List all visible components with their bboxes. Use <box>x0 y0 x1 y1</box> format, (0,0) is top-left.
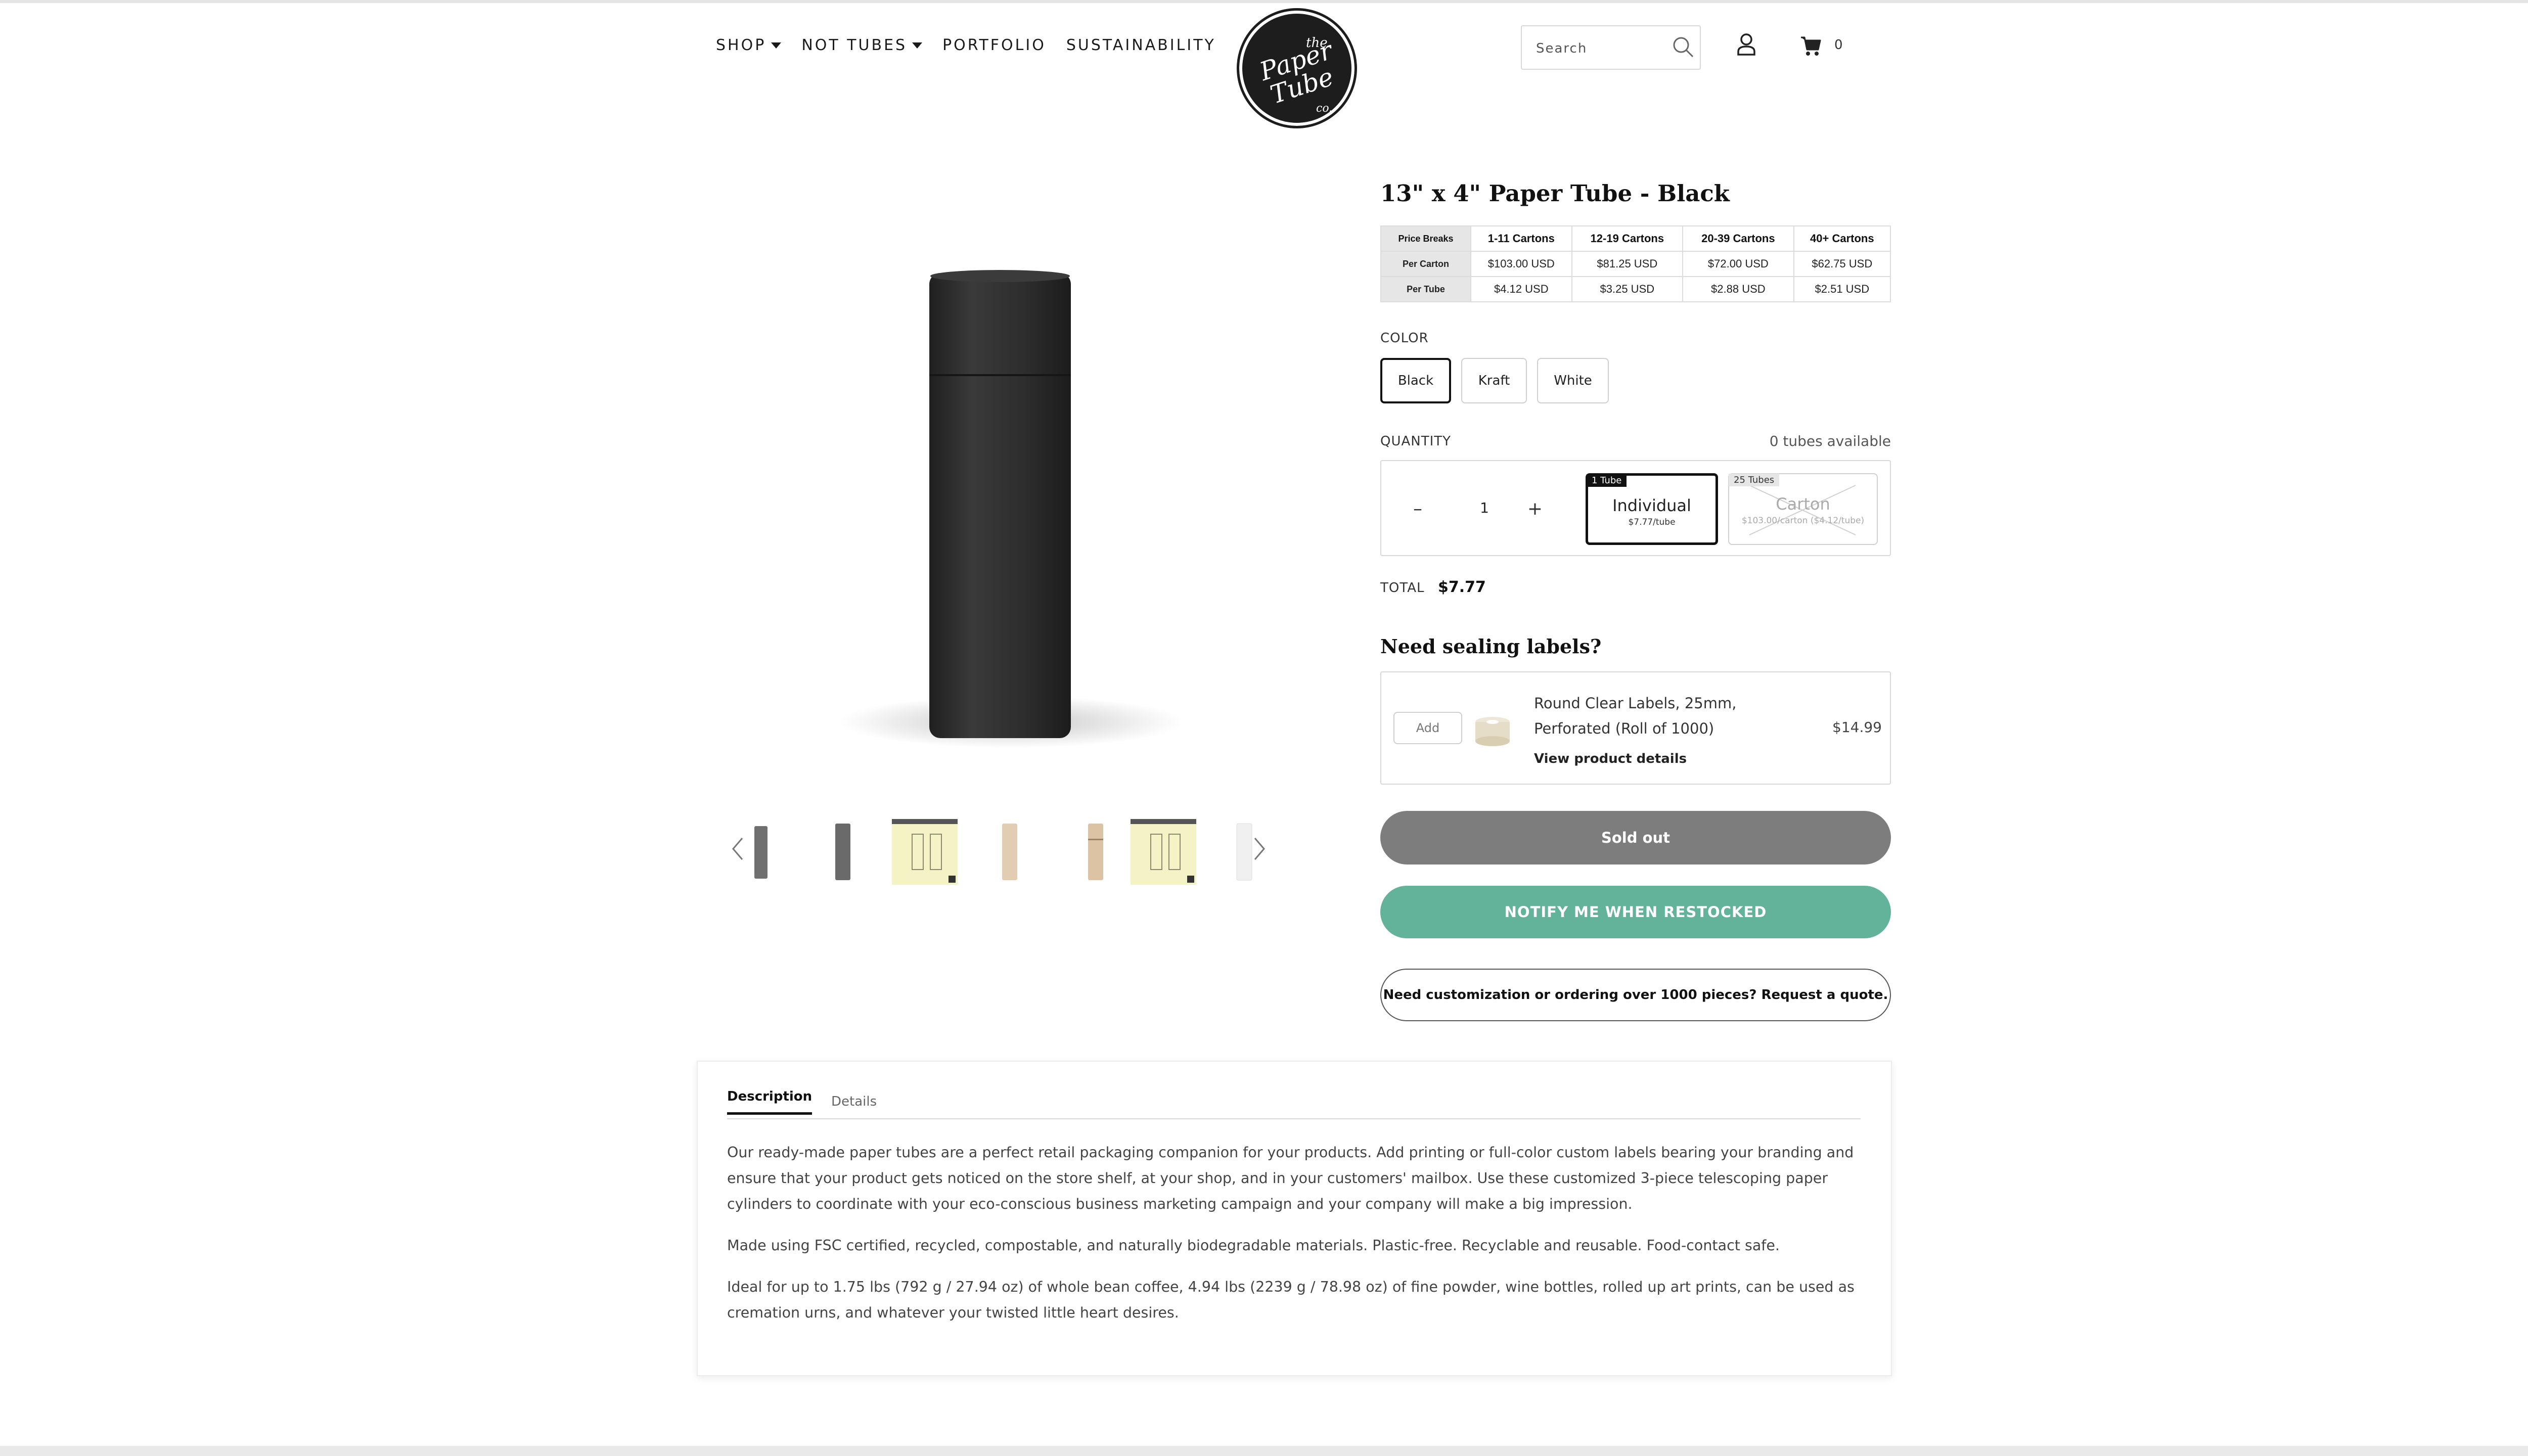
price-table-cell: $103.00 USD <box>1470 251 1572 277</box>
logo-text-co: co. <box>1316 102 1332 115</box>
price-table-header: 1-11 Cartons <box>1470 225 1572 252</box>
product-image <box>839 270 1183 748</box>
total-label: TOTAL <box>1380 580 1425 596</box>
thumbnail-7[interactable] <box>1211 819 1277 885</box>
option-carton[interactable]: 25 Tubes Carton $103.00/carton ($4.12/tu… <box>1728 473 1878 545</box>
nav-shop-label: SHOP <box>716 36 766 54</box>
thumbnail-3-image <box>892 819 958 885</box>
price-table-header: 20-39 Cartons <box>1682 225 1794 252</box>
price-table-cell: $4.12 USD <box>1470 276 1572 302</box>
addon-view-details-link[interactable]: View product details <box>1534 751 1687 766</box>
nav-not-tubes-label: NOT TUBES <box>801 36 908 54</box>
footer-edge <box>0 1446 2528 1456</box>
nav-not-tubes[interactable]: NOT TUBES <box>801 36 923 54</box>
price-table-header-row: Price Breaks 1-11 Cartons 12-19 Cartons … <box>1380 225 1891 252</box>
addon-name: Round Clear Labels, 25mm, Perforated (Ro… <box>1534 695 1737 737</box>
price-table-header: 12-19 Cartons <box>1571 225 1684 252</box>
price-table-row-label: Per Tube <box>1380 276 1471 302</box>
thumbnail-1-image <box>754 826 768 879</box>
color-option-kraft[interactable]: Kraft <box>1461 358 1527 403</box>
price-table-header: 40+ Cartons <box>1793 225 1891 252</box>
description-tabs: Description Details <box>727 1089 1861 1119</box>
main-nav: SHOP NOT TUBES PORTFOLIO SUSTAINABILITY <box>716 36 1216 54</box>
addon-price: $14.99 <box>1832 719 1882 736</box>
notify-restock-button[interactable]: NOTIFY ME WHEN RESTOCKED <box>1380 886 1891 938</box>
color-option-white[interactable]: White <box>1537 358 1609 403</box>
thumbnail-5-image <box>1088 824 1103 880</box>
option-individual-name: Individual <box>1612 496 1691 515</box>
quantity-label: QUANTITY <box>1380 434 1452 449</box>
price-table-cell: $81.25 USD <box>1571 251 1684 277</box>
product-title: 13" x 4" Paper Tube - Black <box>1380 180 1730 207</box>
request-quote-button[interactable]: Need customization or ordering over 1000… <box>1380 969 1891 1021</box>
option-carton-price: $103.00/carton ($4.12/tube) <box>1741 516 1865 526</box>
description-paragraph: Ideal for up to 1.75 lbs (792 g / 27.94 … <box>727 1279 1855 1321</box>
quantity-box: – + 1 Tube Individual $7.77/tube 25 Tube… <box>1380 460 1891 556</box>
price-table-cell: $3.25 USD <box>1571 276 1684 302</box>
chevron-right-icon[interactable] <box>1252 836 1267 861</box>
site-logo[interactable]: the Paper Tube co. <box>1237 8 1357 128</box>
thumbnail-3[interactable] <box>892 819 958 885</box>
option-carton-name: Carton <box>1776 494 1830 514</box>
nav-portfolio[interactable]: PORTFOLIO <box>942 36 1046 54</box>
description-card: Description Details Our ready-made paper… <box>697 1061 1892 1376</box>
total-value: $7.77 <box>1438 578 1486 596</box>
quantity-input[interactable] <box>1465 492 1504 523</box>
cart-icon[interactable] <box>1800 35 1821 57</box>
caret-down-icon <box>912 42 923 49</box>
color-option-black[interactable]: Black <box>1380 358 1451 403</box>
thumbnail-7-image <box>1236 823 1252 881</box>
top-border <box>0 0 2528 3</box>
logo-mark: the Paper Tube co. <box>1256 35 1337 115</box>
option-individual-tag: 1 Tube <box>1587 474 1627 487</box>
addon-add-button[interactable]: Add <box>1393 712 1462 744</box>
tab-details[interactable]: Details <box>831 1094 877 1117</box>
search-box <box>1521 25 1701 70</box>
price-table-cell: $2.51 USD <box>1793 276 1891 302</box>
description-paragraph: Made using FSC certified, recycled, comp… <box>727 1237 1780 1254</box>
thumbnail-2-image <box>835 824 850 880</box>
option-carton-tag: 25 Tubes <box>1729 474 1780 486</box>
nav-sustainability[interactable]: SUSTAINABILITY <box>1066 36 1216 54</box>
availability-text: 0 tubes available <box>1769 433 1891 449</box>
price-table-row: Per Carton $103.00 USD $81.25 USD $72.00… <box>1380 251 1891 277</box>
option-individual-price: $7.77/tube <box>1628 517 1676 527</box>
nav-portfolio-label: PORTFOLIO <box>942 36 1046 54</box>
thumbnail-5[interactable] <box>1063 819 1128 885</box>
color-label: COLOR <box>1380 331 1429 346</box>
account-icon[interactable] <box>1735 32 1757 58</box>
search-input[interactable] <box>1536 37 1662 60</box>
tab-description[interactable]: Description <box>727 1089 812 1115</box>
price-breaks-table: Price Breaks 1-11 Cartons 12-19 Cartons … <box>1380 225 1891 302</box>
label-roll-image <box>1475 717 1510 746</box>
search-icon[interactable] <box>1672 35 1695 59</box>
price-table-cell: $62.75 USD <box>1793 251 1891 277</box>
sold-out-button[interactable]: Sold out <box>1380 811 1891 864</box>
thumbnail-4-image <box>1002 824 1017 880</box>
thumbnail-6-image <box>1131 819 1196 885</box>
quantity-decrement-button[interactable]: – <box>1404 494 1432 523</box>
sealing-labels-heading: Need sealing labels? <box>1380 635 1602 658</box>
price-table-row: Per Tube $4.12 USD $3.25 USD $2.88 USD $… <box>1380 276 1891 302</box>
cart-count[interactable]: 0 <box>1834 37 1843 53</box>
price-table-row-label: Per Carton <box>1380 251 1471 277</box>
nav-shop[interactable]: SHOP <box>716 36 782 54</box>
thumbnail-strip <box>723 815 1274 886</box>
addon-card: Add Round Clear Labels, 25mm, Perforated… <box>1380 671 1891 785</box>
price-table-cell: $72.00 USD <box>1682 251 1794 277</box>
option-individual[interactable]: 1 Tube Individual $7.77/tube <box>1586 473 1718 545</box>
thumbnail-1[interactable] <box>728 819 794 885</box>
thumbnail-4[interactable] <box>977 819 1043 885</box>
price-table-cell: $2.88 USD <box>1682 276 1794 302</box>
quantity-increment-button[interactable]: + <box>1521 494 1549 523</box>
nav-sustainability-label: SUSTAINABILITY <box>1066 36 1216 54</box>
description-paragraph: Our ready-made paper tubes are a perfect… <box>727 1144 1854 1212</box>
thumbnail-2[interactable] <box>810 819 876 885</box>
caret-down-icon <box>771 42 782 49</box>
thumbnail-6[interactable] <box>1131 819 1196 885</box>
price-table-header: Price Breaks <box>1380 225 1471 252</box>
